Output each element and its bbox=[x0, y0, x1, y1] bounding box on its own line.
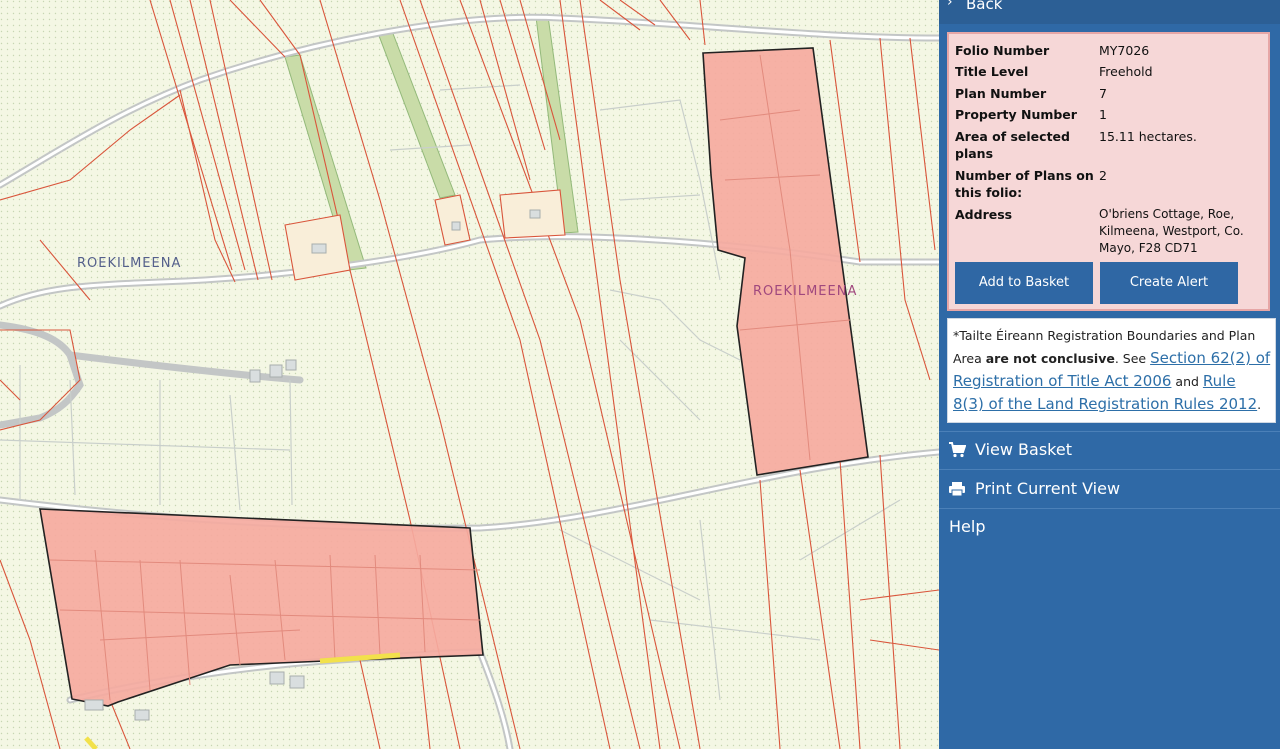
help-menu-item[interactable]: Help bbox=[939, 508, 1280, 546]
detail-label: Property Number bbox=[955, 107, 1077, 122]
detail-label: Folio Number bbox=[955, 43, 1050, 58]
detail-value: MY7026 bbox=[1099, 43, 1150, 58]
disclaimer-and: and bbox=[1171, 374, 1203, 389]
back-button[interactable]: › Back bbox=[939, 0, 1280, 24]
detail-value: 1 bbox=[1099, 107, 1107, 122]
detail-label: Plan Number bbox=[955, 86, 1047, 101]
disclaimer-end: . bbox=[1257, 397, 1262, 412]
disclaimer-box: *Tailte Éireann Registration Boundaries … bbox=[947, 318, 1276, 423]
folio-details-card: Folio Number MY7026 Title Level Freehold… bbox=[947, 32, 1270, 311]
help-label: Help bbox=[949, 517, 986, 536]
side-panel: › Back Folio Number MY7026 Title Level F… bbox=[939, 0, 1280, 749]
townland-label-east: ROEKILMEENA bbox=[753, 284, 858, 299]
view-basket-menu-item[interactable]: View Basket bbox=[939, 431, 1280, 469]
detail-label: Number of Plans on this folio: bbox=[955, 168, 1094, 200]
disclaimer-mid: . See bbox=[1114, 351, 1151, 366]
map-canvas[interactable]: ROEKILMEENA ROEKILMEENA bbox=[0, 0, 939, 749]
create-alert-button[interactable]: Create Alert bbox=[1100, 262, 1238, 304]
map-svg[interactable] bbox=[0, 0, 939, 749]
view-basket-label: View Basket bbox=[975, 440, 1072, 459]
disclaimer-bold: are not conclusive bbox=[985, 351, 1115, 366]
detail-value: O'briens Cottage, Roe, Kilmeena, Westpor… bbox=[1099, 207, 1244, 255]
print-view-menu-item[interactable]: Print Current View bbox=[939, 470, 1280, 508]
print-view-label: Print Current View bbox=[975, 479, 1121, 498]
add-to-basket-button[interactable]: Add to Basket bbox=[955, 262, 1093, 304]
printer-icon bbox=[948, 470, 966, 511]
detail-label: Title Level bbox=[955, 64, 1029, 79]
detail-value: 15.11 hectares. bbox=[1099, 129, 1197, 144]
detail-label: Area of selected plans bbox=[955, 129, 1070, 161]
detail-value: Freehold bbox=[1099, 64, 1153, 79]
detail-label: Address bbox=[955, 207, 1013, 222]
detail-value: 7 bbox=[1099, 86, 1107, 101]
shopping-cart-icon bbox=[948, 431, 967, 472]
detail-value: 2 bbox=[1099, 168, 1107, 183]
chevron-right-icon: › bbox=[947, 0, 953, 10]
townland-label-west: ROEKILMEENA bbox=[77, 256, 182, 271]
back-label: Back bbox=[966, 0, 1003, 13]
